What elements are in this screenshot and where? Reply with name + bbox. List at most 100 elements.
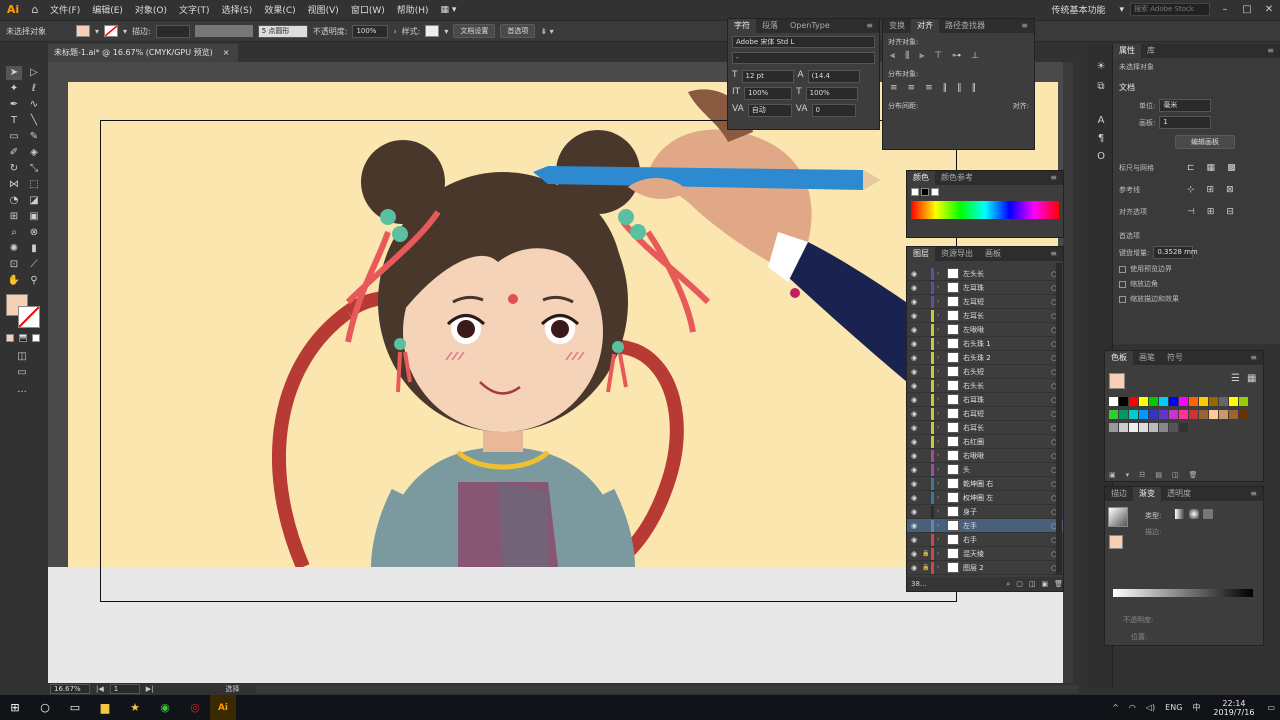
white-swatch[interactable] bbox=[931, 188, 939, 196]
color-swatch[interactable] bbox=[1159, 410, 1168, 419]
preview-bounds-checkbox[interactable] bbox=[1119, 265, 1126, 273]
color-swatch[interactable] bbox=[1149, 423, 1158, 432]
layer-name[interactable]: 左耳长 bbox=[963, 311, 1051, 321]
new-color-group-icon[interactable]: ▤ bbox=[1155, 471, 1162, 479]
layer-row[interactable]: ◉ › 身子 ○ bbox=[907, 505, 1063, 519]
transparency-grid-icon[interactable]: ▩ bbox=[1227, 163, 1236, 173]
tab-pathfinder[interactable]: 路径查找器 bbox=[939, 19, 991, 33]
expand-arrow-icon[interactable]: › bbox=[937, 312, 947, 319]
layer-row[interactable]: ◉ › 左耳长 ○ bbox=[907, 309, 1063, 323]
tab-gradient[interactable]: 渐变 bbox=[1133, 487, 1161, 501]
horizontal-scrollbar[interactable] bbox=[255, 685, 1078, 693]
color-swatch[interactable] bbox=[1129, 397, 1138, 406]
layer-row[interactable]: ◉ › 左啾啾 ○ bbox=[907, 323, 1063, 337]
layer-row[interactable]: ◉ › 右头短 ○ bbox=[907, 365, 1063, 379]
font-size-field[interactable]: 12 pt bbox=[741, 70, 794, 83]
new-swatch-icon[interactable]: ◫ bbox=[1172, 471, 1179, 479]
visibility-eye-icon[interactable]: ◉ bbox=[907, 550, 921, 558]
color-swatch[interactable] bbox=[1229, 397, 1238, 406]
fill-swatch[interactable] bbox=[76, 25, 90, 37]
tab-character[interactable]: 字符 bbox=[728, 19, 756, 33]
tab-symbols[interactable]: 符号 bbox=[1161, 351, 1189, 365]
layer-row[interactable]: ◉ › 乾坤圈 右 ○ bbox=[907, 477, 1063, 491]
color-swatch[interactable] bbox=[1219, 410, 1228, 419]
color-swatch[interactable] bbox=[1169, 397, 1178, 406]
layer-row[interactable]: ◉ › 右手 ○ bbox=[907, 533, 1063, 547]
paintbrush-tool-icon[interactable]: ✎ bbox=[26, 130, 42, 144]
layer-name[interactable]: 右头珠 2 bbox=[963, 353, 1051, 363]
expand-arrow-icon[interactable]: › bbox=[937, 270, 947, 277]
tab-transparency[interactable]: 透明度 bbox=[1161, 487, 1197, 501]
tab-align[interactable]: 对齐 bbox=[911, 19, 939, 33]
scale-tool-icon[interactable]: ⤡ bbox=[26, 162, 42, 176]
layer-row[interactable]: ◉ › 右耳短 ○ bbox=[907, 407, 1063, 421]
artboard-nav-field[interactable]: 1 bbox=[109, 684, 140, 694]
gradient-fill-swatch[interactable] bbox=[1109, 535, 1123, 549]
show-kinds-icon[interactable]: ▾ bbox=[1126, 471, 1130, 479]
arrange-docs-icon[interactable]: ▦ ▾ bbox=[435, 5, 463, 15]
screen-mode-icon[interactable]: ▭ bbox=[14, 366, 30, 380]
visibility-eye-icon[interactable]: ◉ bbox=[907, 312, 921, 320]
graphic-style-swatch[interactable] bbox=[425, 25, 440, 37]
scale-strokes-checkbox[interactable] bbox=[1119, 295, 1126, 303]
chevron-down-icon[interactable]: ▾ bbox=[123, 27, 127, 36]
wechat-icon[interactable]: ◉ bbox=[150, 695, 180, 720]
color-swatch[interactable] bbox=[1199, 397, 1208, 406]
color-swatch[interactable] bbox=[1119, 397, 1128, 406]
scale-corners-checkbox[interactable] bbox=[1119, 280, 1126, 288]
color-swatch[interactable] bbox=[1139, 423, 1148, 432]
visibility-eye-icon[interactable]: ◉ bbox=[907, 340, 921, 348]
tab-properties[interactable]: 属性 bbox=[1113, 44, 1141, 58]
layer-row[interactable]: ◉ › 右啾啾 ○ bbox=[907, 449, 1063, 463]
expand-arrow-icon[interactable]: › bbox=[937, 508, 947, 515]
color-swatch[interactable] bbox=[1239, 397, 1248, 406]
color-swatch[interactable] bbox=[1209, 397, 1218, 406]
dist-top-icon[interactable]: ≡ bbox=[890, 83, 898, 93]
new-sublayer-icon[interactable]: ◫ bbox=[1029, 580, 1036, 588]
horizontal-scale-field[interactable]: 100% bbox=[805, 87, 858, 100]
menu-object[interactable]: 对象(O) bbox=[129, 3, 173, 16]
line-tool-icon[interactable]: ╲ bbox=[26, 114, 42, 128]
dist-hcenter-icon[interactable]: ‖ bbox=[957, 83, 962, 93]
pen-tool-icon[interactable]: ✒ bbox=[6, 98, 22, 112]
gradient-slider[interactable] bbox=[1113, 589, 1253, 597]
live-paint-tool-icon[interactable]: ◪ bbox=[26, 194, 42, 208]
layer-row[interactable]: ◉ › 左手 ○ bbox=[907, 519, 1063, 533]
layer-name[interactable]: 混天绫 bbox=[963, 549, 1051, 559]
visibility-eye-icon[interactable]: ◉ bbox=[907, 396, 921, 404]
kerning-field[interactable]: 自动 bbox=[747, 104, 792, 117]
visibility-eye-icon[interactable]: ◉ bbox=[907, 382, 921, 390]
wifi-icon[interactable]: ◠ bbox=[1124, 703, 1141, 712]
visibility-eye-icon[interactable]: ◉ bbox=[907, 508, 921, 516]
color-swatch[interactable] bbox=[1209, 410, 1218, 419]
netease-music-icon[interactable]: ◎ bbox=[180, 695, 210, 720]
clock[interactable]: 22:14 2019/7/16 bbox=[1205, 699, 1262, 717]
color-swatch[interactable] bbox=[1179, 410, 1188, 419]
close-document-icon[interactable]: × bbox=[223, 44, 230, 62]
input-method-icon[interactable]: 中 bbox=[1187, 702, 1205, 713]
menu-effect[interactable]: 效果(C) bbox=[258, 3, 301, 16]
visibility-eye-icon[interactable]: ◉ bbox=[907, 536, 921, 544]
edit-artboards-button[interactable]: 编辑画板 bbox=[1175, 135, 1235, 149]
layer-name[interactable]: 右耳短 bbox=[963, 409, 1051, 419]
swatch-options-icon[interactable]: ☷ bbox=[1139, 471, 1145, 479]
drawing-mode-icon[interactable]: ◫ bbox=[14, 350, 30, 364]
type-tool-icon[interactable]: T bbox=[6, 114, 22, 128]
align-top-icon[interactable]: ⊤ bbox=[934, 51, 942, 61]
expand-arrow-icon[interactable]: › bbox=[937, 410, 947, 417]
file-explorer-icon[interactable]: ▆ bbox=[90, 695, 120, 720]
align-right-icon[interactable]: ⫸ bbox=[919, 51, 924, 61]
list-view-icon[interactable]: ☰ bbox=[1231, 373, 1240, 384]
color-swatch[interactable] bbox=[1179, 423, 1188, 432]
visibility-eye-icon[interactable]: ◉ bbox=[907, 354, 921, 362]
visibility-eye-icon[interactable]: ◉ bbox=[907, 298, 921, 306]
expand-arrow-icon[interactable]: › bbox=[937, 466, 947, 473]
current-fill-swatch[interactable] bbox=[1109, 373, 1125, 389]
menu-window[interactable]: 窗口(W) bbox=[345, 3, 391, 16]
font-style-field[interactable]: - bbox=[732, 52, 875, 64]
next-artboard-icon[interactable]: ▶| bbox=[146, 685, 154, 693]
input-language[interactable]: ENG bbox=[1160, 703, 1187, 712]
delete-swatch-icon[interactable]: 🗑 bbox=[1189, 471, 1198, 479]
tab-transform[interactable]: 变换 bbox=[883, 19, 911, 33]
gradient-mode-icon[interactable] bbox=[19, 334, 27, 342]
